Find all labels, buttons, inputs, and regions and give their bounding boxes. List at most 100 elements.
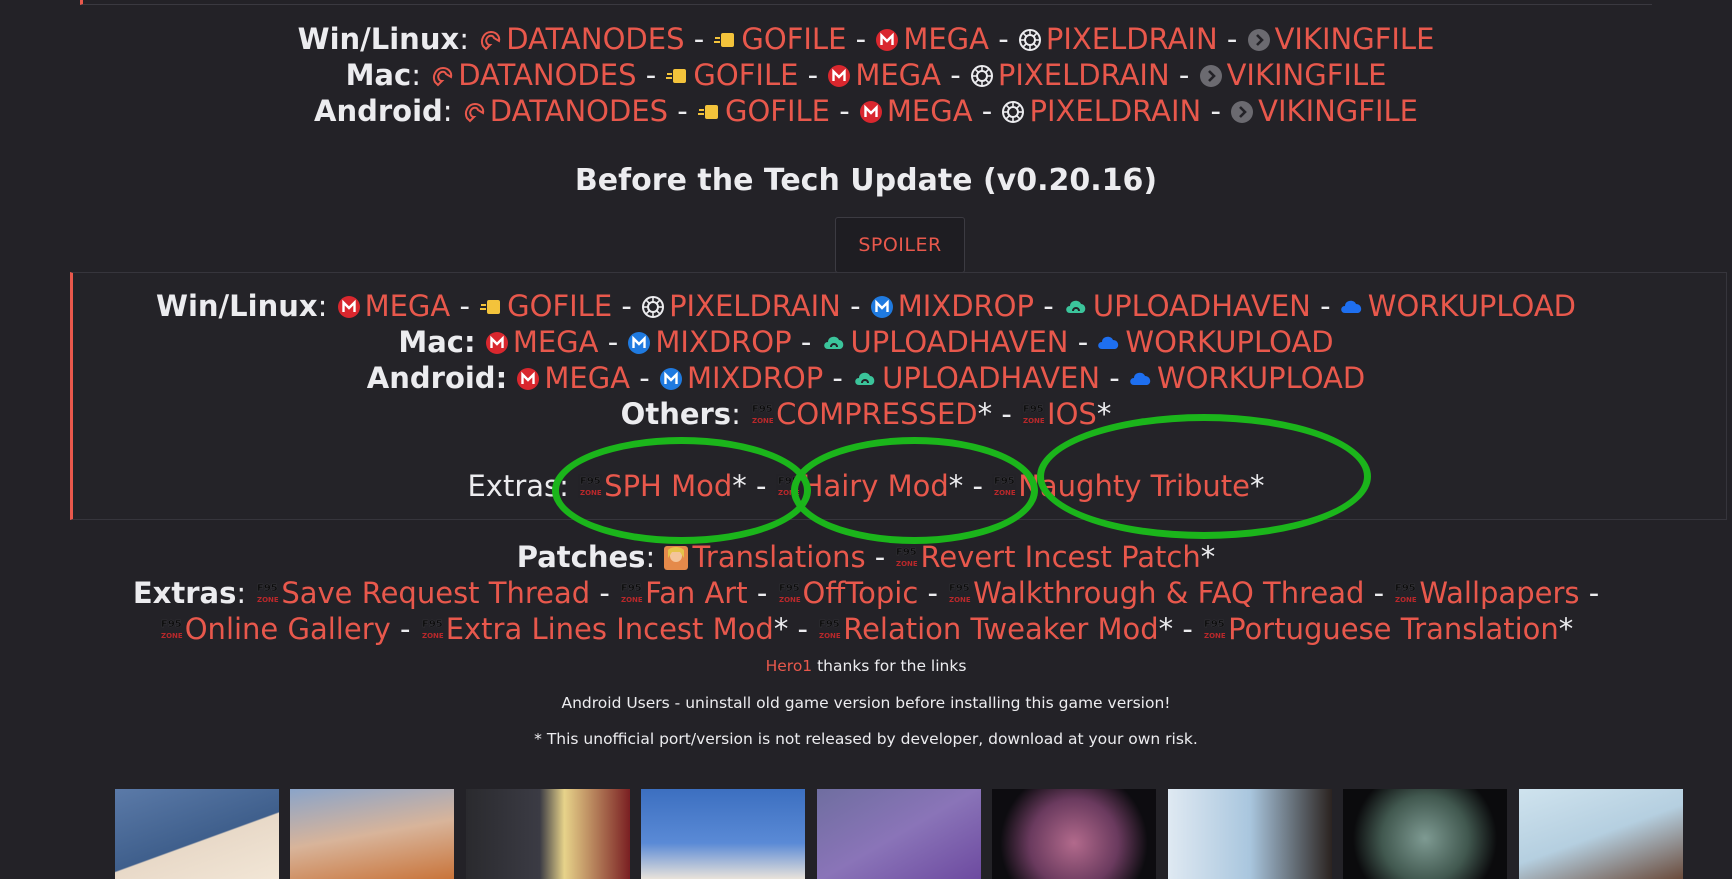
extras-row-2: Online Gallery - Extra Lines Incest Mod*… (0, 612, 1732, 646)
link-translations[interactable]: Translations (664, 540, 866, 574)
link-pixeldrain[interactable]: PIXELDRAIN (641, 289, 841, 323)
link-save-request-thread[interactable]: Save Request Thread (255, 576, 590, 610)
f95zone-icon (578, 474, 602, 498)
link-vikingfile[interactable]: VIKINGFILE (1199, 58, 1386, 92)
platform-label: Win/Linux (155, 289, 318, 323)
link-mega[interactable]: MEGA (337, 289, 450, 323)
link-wallpapers[interactable]: Wallpapers (1393, 576, 1579, 610)
link-hairy-mod[interactable]: Hairy Mod (776, 469, 949, 503)
spoiler-button[interactable]: SPOILER (835, 217, 965, 273)
link-uploadhaven[interactable]: UPLOADHAVEN (821, 325, 1069, 359)
link-mega[interactable]: MEGA (485, 325, 598, 359)
link-offtopic[interactable]: OffTopic (777, 576, 918, 610)
mega-icon (875, 28, 899, 52)
link-workupload[interactable]: WORKUPLOAD (1097, 325, 1334, 359)
uploadhaven-icon (1063, 295, 1089, 319)
screenshot-thumbnail[interactable] (641, 789, 805, 879)
f95zone-icon (1202, 617, 1226, 641)
link-sph-mod[interactable]: SPH Mod (578, 469, 732, 503)
patches-row: Patches: Translations - Revert Incest Pa… (516, 540, 1216, 574)
screenshot-thumbnail[interactable] (1168, 789, 1332, 879)
screenshot-thumbnail[interactable] (1343, 789, 1507, 879)
screenshot-thumbnail[interactable] (115, 789, 279, 879)
gofile-icon (479, 295, 503, 319)
f95zone-icon (1393, 581, 1417, 605)
section-heading: Before the Tech Update (v0.20.16) (574, 163, 1158, 198)
f95zone-icon (159, 617, 183, 641)
link-uploadhaven[interactable]: UPLOADHAVEN (1063, 289, 1311, 323)
link-pixeldrain[interactable]: PIXELDRAIN (1001, 94, 1201, 128)
link-extra-lines-incest-mod[interactable]: Extra Lines Incest Mod (420, 612, 774, 646)
link-uploadhaven[interactable]: UPLOADHAVEN (852, 361, 1100, 395)
link-vikingfile[interactable]: VIKINGFILE (1230, 94, 1418, 128)
screenshot-thumbnail[interactable] (466, 789, 630, 879)
link-gofile[interactable]: GOFILE (665, 58, 798, 92)
uploadhaven-icon (852, 367, 878, 391)
pixeldrain-icon (1001, 100, 1025, 124)
f95zone-icon (777, 581, 801, 605)
workupload-icon (1097, 331, 1121, 355)
platform-label: Mac: (398, 325, 476, 359)
link-workupload[interactable]: WORKUPLOAD (1129, 361, 1365, 395)
datanodes-icon (430, 64, 454, 88)
link-mixdrop[interactable]: MIXDROP (627, 325, 792, 359)
link-naughty-tribute[interactable]: Naughty Tribute (992, 469, 1250, 503)
pixeldrain-icon (970, 64, 994, 88)
link-walkthrough-faq[interactable]: Walkthrough & FAQ Thread (947, 576, 1364, 610)
platform-label: Android (314, 94, 443, 128)
spoiler-row-others: Others: COMPRESSED* - IOS* (620, 397, 1112, 431)
extras-row-1: Extras: Save Request Thread - Fan Art - … (132, 576, 1600, 610)
link-relation-tweaker-mod[interactable]: Relation Tweaker Mod (817, 612, 1159, 646)
gofile-icon (665, 64, 689, 88)
f95zone-icon (619, 581, 643, 605)
screenshot-thumbnail[interactable] (992, 789, 1156, 879)
f95zone-icon (817, 617, 841, 641)
link-pixeldrain[interactable]: PIXELDRAIN (1018, 22, 1218, 56)
link-online-gallery[interactable]: Online Gallery (159, 612, 391, 646)
screenshot-thumbnail[interactable] (1519, 789, 1683, 879)
f95zone-icon (255, 581, 279, 605)
link-vikingfile[interactable]: VIKINGFILE (1247, 22, 1434, 56)
screenshot-thumbnail[interactable] (817, 789, 981, 879)
spoiler-row-extras: Extras: SPH Mod* - Hairy Mod* - Naughty … (467, 469, 1265, 503)
link-datanodes[interactable]: DATANODES (462, 94, 668, 128)
link-portuguese-translation[interactable]: Portuguese Translation (1202, 612, 1559, 646)
link-datanodes[interactable]: DATANODES (430, 58, 637, 92)
link-datanodes[interactable]: DATANODES (478, 22, 684, 56)
extras-label: Extras (467, 469, 560, 503)
link-mega[interactable]: MEGA (516, 361, 630, 395)
link-gofile[interactable]: GOFILE (697, 94, 830, 128)
gofile-icon (713, 28, 737, 52)
f95zone-icon (420, 617, 444, 641)
link-workupload[interactable]: WORKUPLOAD (1340, 289, 1576, 323)
link-mega[interactable]: MEGA (827, 58, 941, 92)
link-ios[interactable]: IOS (1021, 397, 1097, 431)
link-mixdrop[interactable]: MIXDROP (870, 289, 1034, 323)
patches-label: Patches (516, 540, 646, 574)
platform-label: Mac (345, 58, 412, 92)
vikingfile-icon (1247, 28, 1271, 52)
credit-user-link[interactable]: Hero1 (766, 657, 813, 675)
f95zone-icon (992, 474, 1016, 498)
mixdrop-icon (659, 367, 683, 391)
top-row-android: Android: DATANODES - GOFILE - MEGA - PIX… (314, 94, 1418, 128)
credit-line: Hero1 thanks for the links (0, 657, 1732, 675)
spoiler-row-mac: Mac: MEGA - MIXDROP - UPLOADHAVEN - WORK… (398, 325, 1334, 359)
spoiler-row-winlinux: Win/Linux: MEGA - GOFILE - PIXELDRAIN - … (155, 289, 1576, 323)
mega-icon (827, 64, 851, 88)
pixeldrain-icon (1018, 28, 1042, 52)
f95zone-icon (776, 474, 800, 498)
link-mixdrop[interactable]: MIXDROP (659, 361, 823, 395)
link-revert-incest-patch[interactable]: Revert Incest Patch (894, 540, 1201, 574)
link-fan-art[interactable]: Fan Art (619, 576, 748, 610)
platform-label: Win/Linux (297, 22, 460, 56)
link-pixeldrain[interactable]: PIXELDRAIN (970, 58, 1170, 92)
uploadhaven-icon (821, 331, 847, 355)
link-gofile[interactable]: GOFILE (713, 22, 846, 56)
screenshot-thumbnail[interactable] (290, 789, 454, 879)
link-mega[interactable]: MEGA (875, 22, 989, 56)
link-gofile[interactable]: GOFILE (479, 289, 612, 323)
link-mega[interactable]: MEGA (859, 94, 973, 128)
extras-label: Extras (132, 576, 237, 610)
link-compressed[interactable]: COMPRESSED (750, 397, 978, 431)
